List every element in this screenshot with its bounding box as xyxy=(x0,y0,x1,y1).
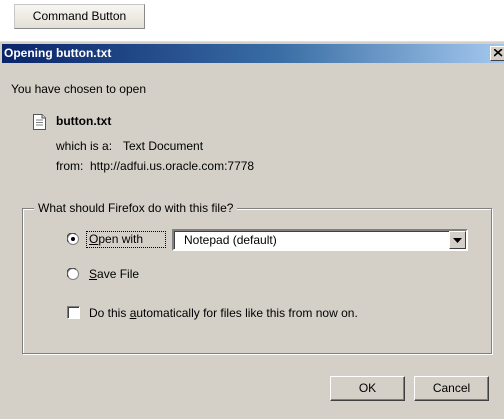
close-icon xyxy=(494,49,503,57)
dialog-title: Opening button.txt xyxy=(4,46,112,60)
action-question: What should Firefox do with this file? xyxy=(34,201,238,215)
which-is-label: which is a: xyxy=(56,139,113,153)
chevron-down-icon xyxy=(453,238,462,243)
dialog-titlebar[interactable]: Opening button.txt xyxy=(2,44,504,63)
close-button[interactable] xyxy=(490,46,504,61)
save-file-label[interactable]: Save File xyxy=(89,267,139,281)
open-with-label[interactable]: Open with xyxy=(89,232,143,246)
from-label: from: xyxy=(56,159,84,173)
ok-button[interactable]: OK xyxy=(330,376,405,401)
file-name: button.txt xyxy=(56,114,112,128)
open-with-app-select[interactable]: Notepad (default) xyxy=(172,229,468,251)
select-dropdown-button[interactable] xyxy=(449,231,466,249)
command-button[interactable]: Command Button xyxy=(14,4,145,29)
open-with-app-value: Notepad (default) xyxy=(184,233,277,247)
text-file-icon xyxy=(33,114,46,130)
file-type: Text Document xyxy=(123,139,204,153)
open-with-radio[interactable] xyxy=(67,233,79,245)
cancel-button[interactable]: Cancel xyxy=(414,376,489,401)
from-url: http://adfui.us.oracle.com:7778 xyxy=(90,159,255,173)
auto-action-label[interactable]: Do this automatically for files like thi… xyxy=(89,306,358,320)
intro-text: You have chosen to open xyxy=(11,82,147,96)
download-dialog: Opening button.txt You have chosen to op… xyxy=(0,41,504,419)
save-file-radio[interactable] xyxy=(67,268,79,280)
auto-action-checkbox[interactable] xyxy=(67,306,80,319)
